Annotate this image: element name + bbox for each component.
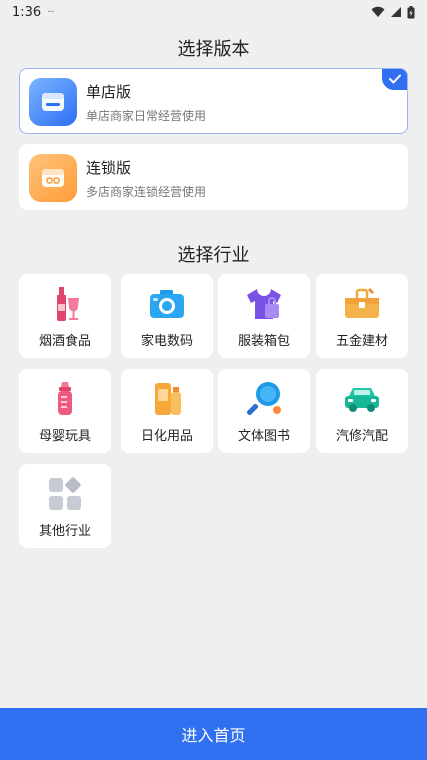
version-name: 连锁版: [86, 159, 132, 177]
enter-home-button[interactable]: 进入首页: [0, 708, 427, 760]
industry-label: 日化用品: [140, 429, 193, 444]
version-desc: 单店商家日常经营使用: [86, 109, 207, 123]
clothing-icon: [247, 289, 281, 319]
version-card-chain-store[interactable]: 连锁版 多店商家连锁经营使用: [19, 144, 408, 210]
industry-tile-baby-toys[interactable]: 母婴玩具: [19, 369, 111, 453]
version-desc: 多店商家连锁经营使用: [86, 185, 207, 199]
camera-icon: [150, 290, 184, 318]
version-name: 单店版: [86, 83, 132, 101]
industry-tile-clothing-bags[interactable]: 服装箱包: [218, 274, 310, 358]
car-icon: [345, 388, 379, 412]
version-section-title: 选择版本: [177, 39, 250, 60]
industry-tile-sports-books[interactable]: 文体图书: [218, 369, 310, 453]
industry-tile-other[interactable]: 其他行业: [19, 464, 111, 548]
chain-store-icon: [29, 154, 77, 202]
status-extra: ···: [47, 6, 54, 18]
grid-icon: [49, 477, 81, 510]
industry-tile-hardware[interactable]: 五金建材: [316, 274, 408, 358]
toolbox-icon: [345, 288, 379, 318]
industry-tile-electronics[interactable]: 家电数码: [121, 274, 213, 358]
industry-label: 五金建材: [335, 334, 388, 349]
store-icon: [29, 78, 77, 126]
industry-label: 汽修汽配: [335, 429, 388, 444]
signal-icon: [391, 7, 401, 17]
industry-label: 家电数码: [140, 334, 193, 349]
ping-pong-icon: [246, 382, 281, 416]
industry-tile-auto-parts[interactable]: 汽修汽配: [316, 369, 408, 453]
industry-label: 烟酒食品: [38, 334, 91, 349]
industry-label: 文体图书: [237, 429, 290, 444]
industry-tile-daily-chemicals[interactable]: 日化用品: [121, 369, 213, 453]
wine-bottle-icon: [57, 287, 79, 321]
wifi-icon: [371, 6, 385, 17]
toiletries-icon: [155, 383, 181, 415]
industry-section-title: 选择行业: [177, 245, 250, 266]
version-card-single-store[interactable]: 单店版 单店商家日常经营使用: [19, 68, 408, 134]
industry-tile-tobacco-food[interactable]: 烟酒食品: [19, 274, 111, 358]
baby-bottle-icon: [58, 382, 72, 415]
selected-check-icon: [382, 69, 407, 90]
industry-label: 服装箱包: [237, 334, 290, 349]
industry-label: 其他行业: [38, 524, 91, 539]
status-time: 1:36: [12, 4, 42, 20]
status-bar: 1:36 ···: [0, 0, 427, 24]
industry-label: 母婴玩具: [38, 429, 91, 444]
battery-icon: [407, 5, 415, 18]
